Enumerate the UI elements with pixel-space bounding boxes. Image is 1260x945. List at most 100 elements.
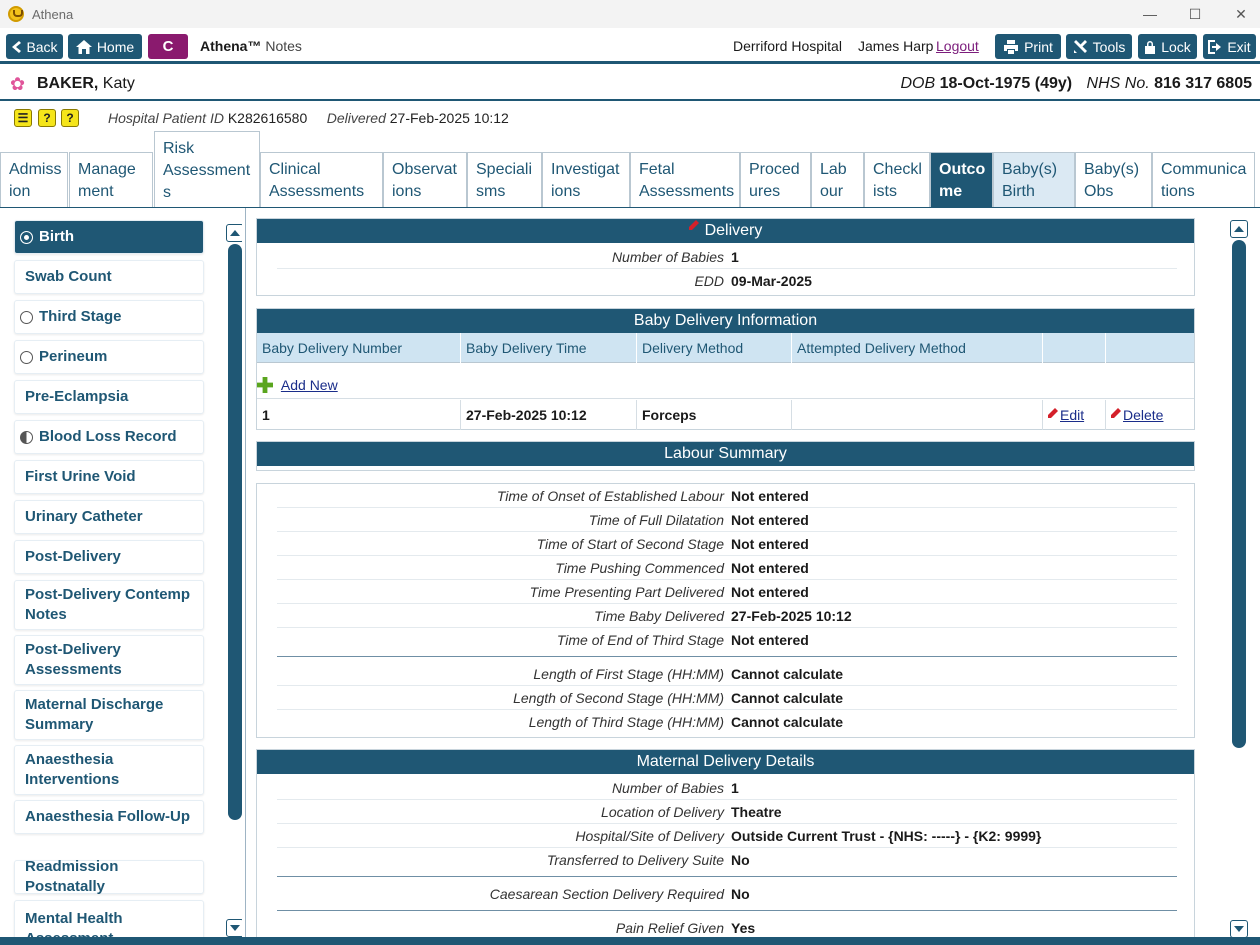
nav-maternal-discharge-summary[interactable]: Maternal Discharge Summary xyxy=(14,690,204,740)
row-value: Not entered xyxy=(731,536,809,552)
detail-row: Length of First Stage (HH:MM) Cannot calc… xyxy=(257,662,1196,686)
close-window-button[interactable]: ✕ xyxy=(1218,0,1260,28)
nav-urinary-catheter[interactable]: Urinary Catheter xyxy=(14,500,204,534)
tab-communications[interactable]: Communica tions xyxy=(1152,152,1255,207)
tab-label: Proced xyxy=(749,161,800,178)
lock-label: Lock xyxy=(1161,38,1191,55)
nav-first-urine-void[interactable]: First Urine Void xyxy=(14,460,204,494)
nav-label: Perineum xyxy=(39,348,108,365)
delivery-header[interactable]: Delivery xyxy=(257,219,1194,243)
nav-mental-health-assessment[interactable]: Mental Health Assessment xyxy=(14,900,204,937)
c-button[interactable]: C xyxy=(148,34,188,59)
alert-list-icon[interactable]: ☰ xyxy=(14,109,32,127)
maximize-button[interactable]: ☐ xyxy=(1172,0,1218,28)
nav-post-delivery-assessments[interactable]: Post-Delivery Assessments xyxy=(14,635,204,685)
tab-investigations[interactable]: Investigat ions xyxy=(542,152,630,207)
nav-perineum[interactable]: Perineum xyxy=(14,340,204,374)
lock-icon xyxy=(1145,40,1156,54)
section-divider xyxy=(277,656,1177,657)
tab-risk-assessments[interactable]: Risk Assessment s xyxy=(154,131,260,207)
tab-admission[interactable]: Admiss ion xyxy=(0,152,68,207)
column-header: Baby Delivery Number xyxy=(257,333,461,363)
add-new-row: Add New xyxy=(257,371,1194,399)
nav-swab-count[interactable]: Swab Count xyxy=(14,260,204,294)
home-icon xyxy=(75,39,92,54)
sidebar-scroll-thumb[interactable] xyxy=(228,244,242,820)
baby-number-cell: 1 xyxy=(257,400,461,430)
home-button[interactable]: Home xyxy=(68,34,142,59)
row-value: Cannot calculate xyxy=(731,714,844,730)
row-value: Cannot calculate xyxy=(731,690,844,706)
nav-label: Blood Loss Record xyxy=(39,428,177,445)
scroll-down-icon[interactable] xyxy=(1230,920,1248,938)
tab-label: Outco xyxy=(939,161,986,178)
nav-post-delivery[interactable]: Post-Delivery xyxy=(14,540,204,574)
panel-title: Delivery xyxy=(704,222,763,239)
exit-button[interactable]: Exit xyxy=(1203,34,1256,59)
row-label: Length of First Stage (HH:MM) xyxy=(533,666,724,682)
nav-label: Readmission Postnatally xyxy=(25,858,119,895)
lock-button[interactable]: Lock xyxy=(1138,34,1197,59)
tab-management[interactable]: Manage ment xyxy=(69,152,153,207)
tab-observations[interactable]: Observat ions xyxy=(383,152,467,207)
window-titlebar: Athena — ☐ ✕ xyxy=(0,0,1260,28)
edit-link[interactable]: Edit xyxy=(1060,407,1084,423)
delete-link[interactable]: Delete xyxy=(1123,407,1163,423)
add-plus-icon[interactable] xyxy=(257,377,273,393)
nav-anaesthesia-interventions[interactable]: Anaesthesia Interventions xyxy=(14,745,204,795)
edit-pencil-icon[interactable] xyxy=(688,220,699,230)
top-toolbar: Back Home C Athena™ Notes Derriford Hosp… xyxy=(0,28,1260,64)
brand-name: Athena™ xyxy=(200,38,262,54)
question-icon[interactable]: ? xyxy=(61,109,79,127)
tab-label: Observat xyxy=(392,161,457,178)
nav-anaesthesia-follow-up[interactable]: Anaesthesia Follow-Up xyxy=(14,800,204,834)
back-button[interactable]: Back xyxy=(6,34,63,59)
row-value: 27-Feb-2025 10:12 xyxy=(731,608,852,624)
row-value: Not entered xyxy=(731,584,809,600)
question-icon[interactable]: ? xyxy=(38,109,56,127)
content-scrollbar[interactable] xyxy=(1230,220,1248,938)
tab-specialisms[interactable]: Speciali sms xyxy=(467,152,542,207)
sidebar-scrollbar[interactable] xyxy=(226,224,242,937)
tab-fetal-assessments[interactable]: Fetal Assessments xyxy=(630,152,740,207)
tools-button[interactable]: Tools xyxy=(1066,34,1132,59)
tab-checklists[interactable]: Checkl ists xyxy=(864,152,930,207)
logout-link[interactable]: Logout xyxy=(936,38,979,54)
tab-labour[interactable]: Lab our xyxy=(811,152,864,207)
delete-pencil-icon[interactable] xyxy=(1111,408,1121,418)
tab-label: Clinical xyxy=(269,161,321,178)
female-flower-icon: ✿ xyxy=(10,74,26,94)
scroll-up-icon[interactable] xyxy=(226,224,242,242)
scroll-up-icon[interactable] xyxy=(1230,220,1248,238)
hospital-id-label: Hospital Patient ID xyxy=(108,110,224,126)
nav-label: Pre-Eclampsia xyxy=(25,388,129,405)
tab-procedures[interactable]: Proced ures xyxy=(740,152,811,207)
nav-readmission-postnatally[interactable]: Readmission Postnatally xyxy=(14,858,204,895)
nav-birth[interactable]: Birth xyxy=(14,220,204,254)
content-scroll-thumb[interactable] xyxy=(1232,240,1246,748)
tab-outcome[interactable]: Outco me xyxy=(930,152,993,207)
nav-blood-loss-record[interactable]: Blood Loss Record xyxy=(14,420,204,454)
row-value: Not entered xyxy=(731,632,809,648)
tab-clinical-assessments[interactable]: Clinical Assessments xyxy=(260,152,383,207)
hospital-patient-id: Hospital Patient ID K282616580 Delivered… xyxy=(108,110,509,126)
nav-third-stage[interactable]: Third Stage xyxy=(14,300,204,334)
bottom-border xyxy=(0,937,1260,945)
delete-cell: Delete xyxy=(1106,400,1194,430)
tab-label: ions xyxy=(392,183,422,200)
edit-pencil-icon[interactable] xyxy=(1048,408,1058,418)
nav-pre-eclampsia[interactable]: Pre-Eclampsia xyxy=(14,380,204,414)
tab-babys-birth[interactable]: Baby(s) Birth xyxy=(993,152,1075,207)
tab-label: Risk xyxy=(163,140,195,157)
row-label: Time Baby Delivered xyxy=(594,608,724,624)
tab-babys-obs[interactable]: Baby(s) Obs xyxy=(1075,152,1152,207)
add-new-link[interactable]: Add New xyxy=(281,377,338,393)
minimize-button[interactable]: — xyxy=(1127,0,1173,28)
tab-label: ment xyxy=(78,183,114,200)
brand-suffix: Notes xyxy=(265,38,302,54)
baby-time-cell: 27-Feb-2025 10:12 xyxy=(461,400,637,430)
nav-post-delivery-contemp-notes[interactable]: Post-Delivery Contemp Notes xyxy=(14,580,204,630)
row-value: Outside Current Trust - {NHS: -----} - {… xyxy=(731,828,1042,844)
scroll-down-icon[interactable] xyxy=(226,919,242,937)
print-button[interactable]: Print xyxy=(995,34,1061,59)
